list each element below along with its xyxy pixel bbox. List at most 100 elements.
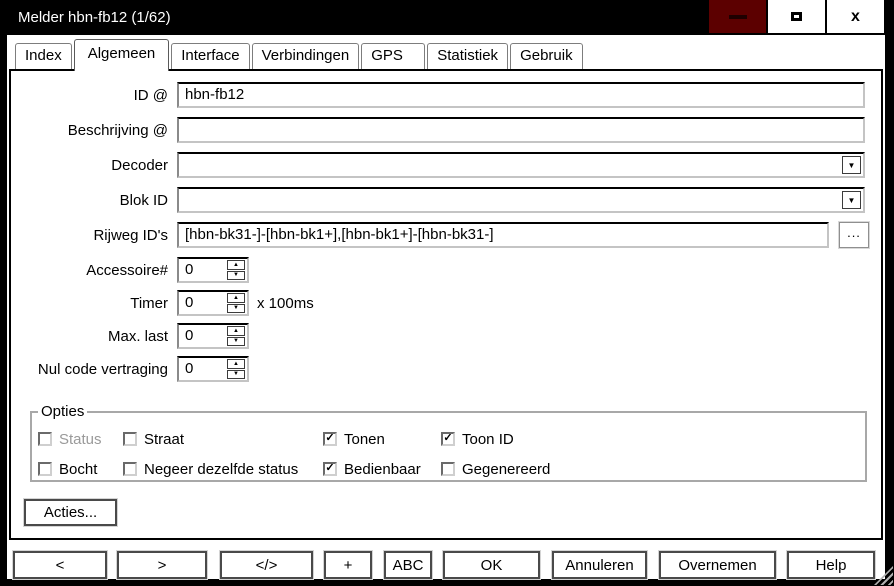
spin-up-button[interactable]: ▲ <box>227 326 245 336</box>
timer-unit-label: x 100ms <box>257 294 314 312</box>
annuleren-button[interactable]: Annuleren <box>552 551 647 579</box>
spinner-buttons: ▲ ▼ <box>227 260 245 280</box>
form-row: Blok ID ▼ <box>11 187 881 213</box>
window-controls: x <box>709 0 884 33</box>
timer-value: 0 <box>185 294 194 311</box>
rijweg-ids-label: Rijweg ID's <box>93 226 168 244</box>
code-view-button[interactable]: </> <box>220 551 313 579</box>
maximize-button[interactable] <box>768 0 825 33</box>
minimize-button[interactable] <box>709 0 766 33</box>
decoder-label: Decoder <box>111 156 168 174</box>
form-row: Nul code vertraging 0 ▲ ▼ <box>11 356 881 382</box>
blok-id-dropdown-button[interactable]: ▼ <box>842 191 861 209</box>
beschrijving-input[interactable] <box>177 117 865 143</box>
checkbox-toon-id[interactable]: ✓ Toon ID <box>441 430 865 448</box>
decoder-select[interactable]: ▼ <box>177 152 865 178</box>
beschrijving-label: Beschrijving @ <box>67 121 168 139</box>
checkbox-row: Bocht Negeer dezelfde status ✓ Bedienbaa… <box>38 460 865 478</box>
opties-groupbox: Opties Status Straat ✓ Tonen ✓ Toon ID B… <box>30 403 867 482</box>
blok-id-select[interactable]: ▼ <box>177 187 865 213</box>
tab-gebruik[interactable]: Gebruik <box>510 43 583 69</box>
negeer-dezelfde-status-checkbox[interactable] <box>123 462 137 476</box>
arrow-up-icon: ▲ <box>233 360 239 367</box>
ellipsis-icon: ... <box>847 224 861 240</box>
negeer-dezelfde-status-checkbox-label: Negeer dezelfde status <box>144 460 299 478</box>
gegenereerd-checkbox[interactable] <box>441 462 455 476</box>
tab-algemeen[interactable]: Algemeen <box>73 39 170 71</box>
checkbox-row: Status Straat ✓ Tonen ✓ Toon ID <box>38 430 865 448</box>
checkbox-bedienbaar[interactable]: ✓ Bedienbaar <box>323 460 441 478</box>
next-record-button[interactable]: > <box>117 551 207 579</box>
checkbox-status[interactable]: Status <box>38 431 123 448</box>
close-icon: x <box>851 7 860 25</box>
arrow-up-icon: ▲ <box>233 327 239 334</box>
rijweg-ids-browse-button[interactable]: ... <box>839 222 869 248</box>
spin-down-button[interactable]: ▼ <box>227 336 245 346</box>
bedienbaar-checkbox[interactable]: ✓ <box>323 462 337 476</box>
chevron-down-icon: ▼ <box>847 195 856 205</box>
spinner-buttons: ▲ ▼ <box>227 326 245 346</box>
add-button[interactable]: + <box>324 551 372 579</box>
form-row: Beschrijving @ <box>11 117 881 143</box>
close-button[interactable]: x <box>827 0 884 33</box>
accessoire-label: Accessoire# <box>86 261 168 279</box>
overnemen-button[interactable]: Overnemen <box>659 551 776 579</box>
bedienbaar-checkbox-label: Bedienbaar <box>344 460 421 478</box>
max-last-value: 0 <box>185 327 194 344</box>
bottom-button-bar: < > </> + ABC OK Annuleren Overnemen Hel… <box>13 551 875 579</box>
status-checkbox[interactable] <box>38 432 52 446</box>
spin-up-button[interactable]: ▲ <box>227 359 245 369</box>
spin-up-button[interactable]: ▲ <box>227 260 245 270</box>
tab-index[interactable]: Index <box>15 43 72 69</box>
decoder-dropdown-button[interactable]: ▼ <box>842 156 861 174</box>
id-input[interactable]: hbn-fb12 <box>177 82 865 108</box>
maximize-icon <box>791 12 802 21</box>
arrow-down-icon: ▼ <box>233 272 239 279</box>
window-title: Melder hbn-fb12 (1/62) <box>18 9 171 26</box>
straat-checkbox[interactable] <box>123 432 137 446</box>
gegenereerd-checkbox-label: Gegenereerd <box>462 460 551 478</box>
tab-interface[interactable]: Interface <box>171 43 250 69</box>
ok-button[interactable]: OK <box>443 551 540 579</box>
form-row: Accessoire# 0 ▲ ▼ <box>11 257 881 283</box>
arrow-up-icon: ▲ <box>233 261 239 268</box>
tonen-checkbox-label: Tonen <box>344 430 385 448</box>
nul-code-vertraging-stepper[interactable]: 0 ▲ ▼ <box>177 356 249 382</box>
spin-down-button[interactable]: ▼ <box>227 369 245 379</box>
minimize-icon <box>728 14 747 19</box>
abc-button[interactable]: ABC <box>384 551 432 579</box>
arrow-down-icon: ▼ <box>233 305 239 312</box>
checkbox-gegenereerd[interactable]: Gegenereerd <box>441 460 865 478</box>
previous-record-button[interactable]: < <box>13 551 107 579</box>
timer-stepper[interactable]: 0 ▲ ▼ <box>177 290 249 316</box>
tab-verbindingen[interactable]: Verbindingen <box>251 43 360 69</box>
nul-code-vertraging-label: Nul code vertraging <box>37 360 168 378</box>
spin-down-button[interactable]: ▼ <box>227 303 245 313</box>
id-label: ID @ <box>133 86 168 104</box>
help-button[interactable]: Help <box>787 551 875 579</box>
checkbox-straat[interactable]: Straat <box>123 431 323 448</box>
arrow-up-icon: ▲ <box>233 294 239 301</box>
acties-button[interactable]: Acties... <box>24 499 117 526</box>
accessoire-stepper[interactable]: 0 ▲ ▼ <box>177 257 249 283</box>
checkbox-tonen[interactable]: ✓ Tonen <box>323 430 441 448</box>
checkbox-negeer-dezelfde-status[interactable]: Negeer dezelfde status <box>123 460 323 478</box>
timer-label: Timer <box>130 294 168 312</box>
tab-gps[interactable]: GPS <box>361 43 426 69</box>
bocht-checkbox[interactable] <box>38 462 52 476</box>
arrow-down-icon: ▼ <box>233 338 239 345</box>
nul-code-vertraging-value: 0 <box>185 360 194 377</box>
max-last-stepper[interactable]: 0 ▲ ▼ <box>177 323 249 349</box>
chevron-down-icon: ▼ <box>847 160 856 170</box>
tab-page-algemeen: ID @ hbn-fb12 Beschrijving @ Decoder ▼ B… <box>9 69 883 540</box>
tonen-checkbox[interactable]: ✓ <box>323 432 337 446</box>
toon-id-checkbox-label: Toon ID <box>462 430 514 448</box>
toon-id-checkbox[interactable]: ✓ <box>441 432 455 446</box>
checkbox-bocht[interactable]: Bocht <box>38 461 123 478</box>
form-row: Max. last 0 ▲ ▼ <box>11 323 881 349</box>
spin-up-button[interactable]: ▲ <box>227 293 245 303</box>
spinner-buttons: ▲ ▼ <box>227 359 245 379</box>
tab-statistiek[interactable]: Statistiek <box>427 43 509 69</box>
rijweg-ids-input[interactable]: [hbn-bk31-]-[hbn-bk1+],[hbn-bk1+]-[hbn-b… <box>177 222 829 248</box>
spin-down-button[interactable]: ▼ <box>227 270 245 280</box>
